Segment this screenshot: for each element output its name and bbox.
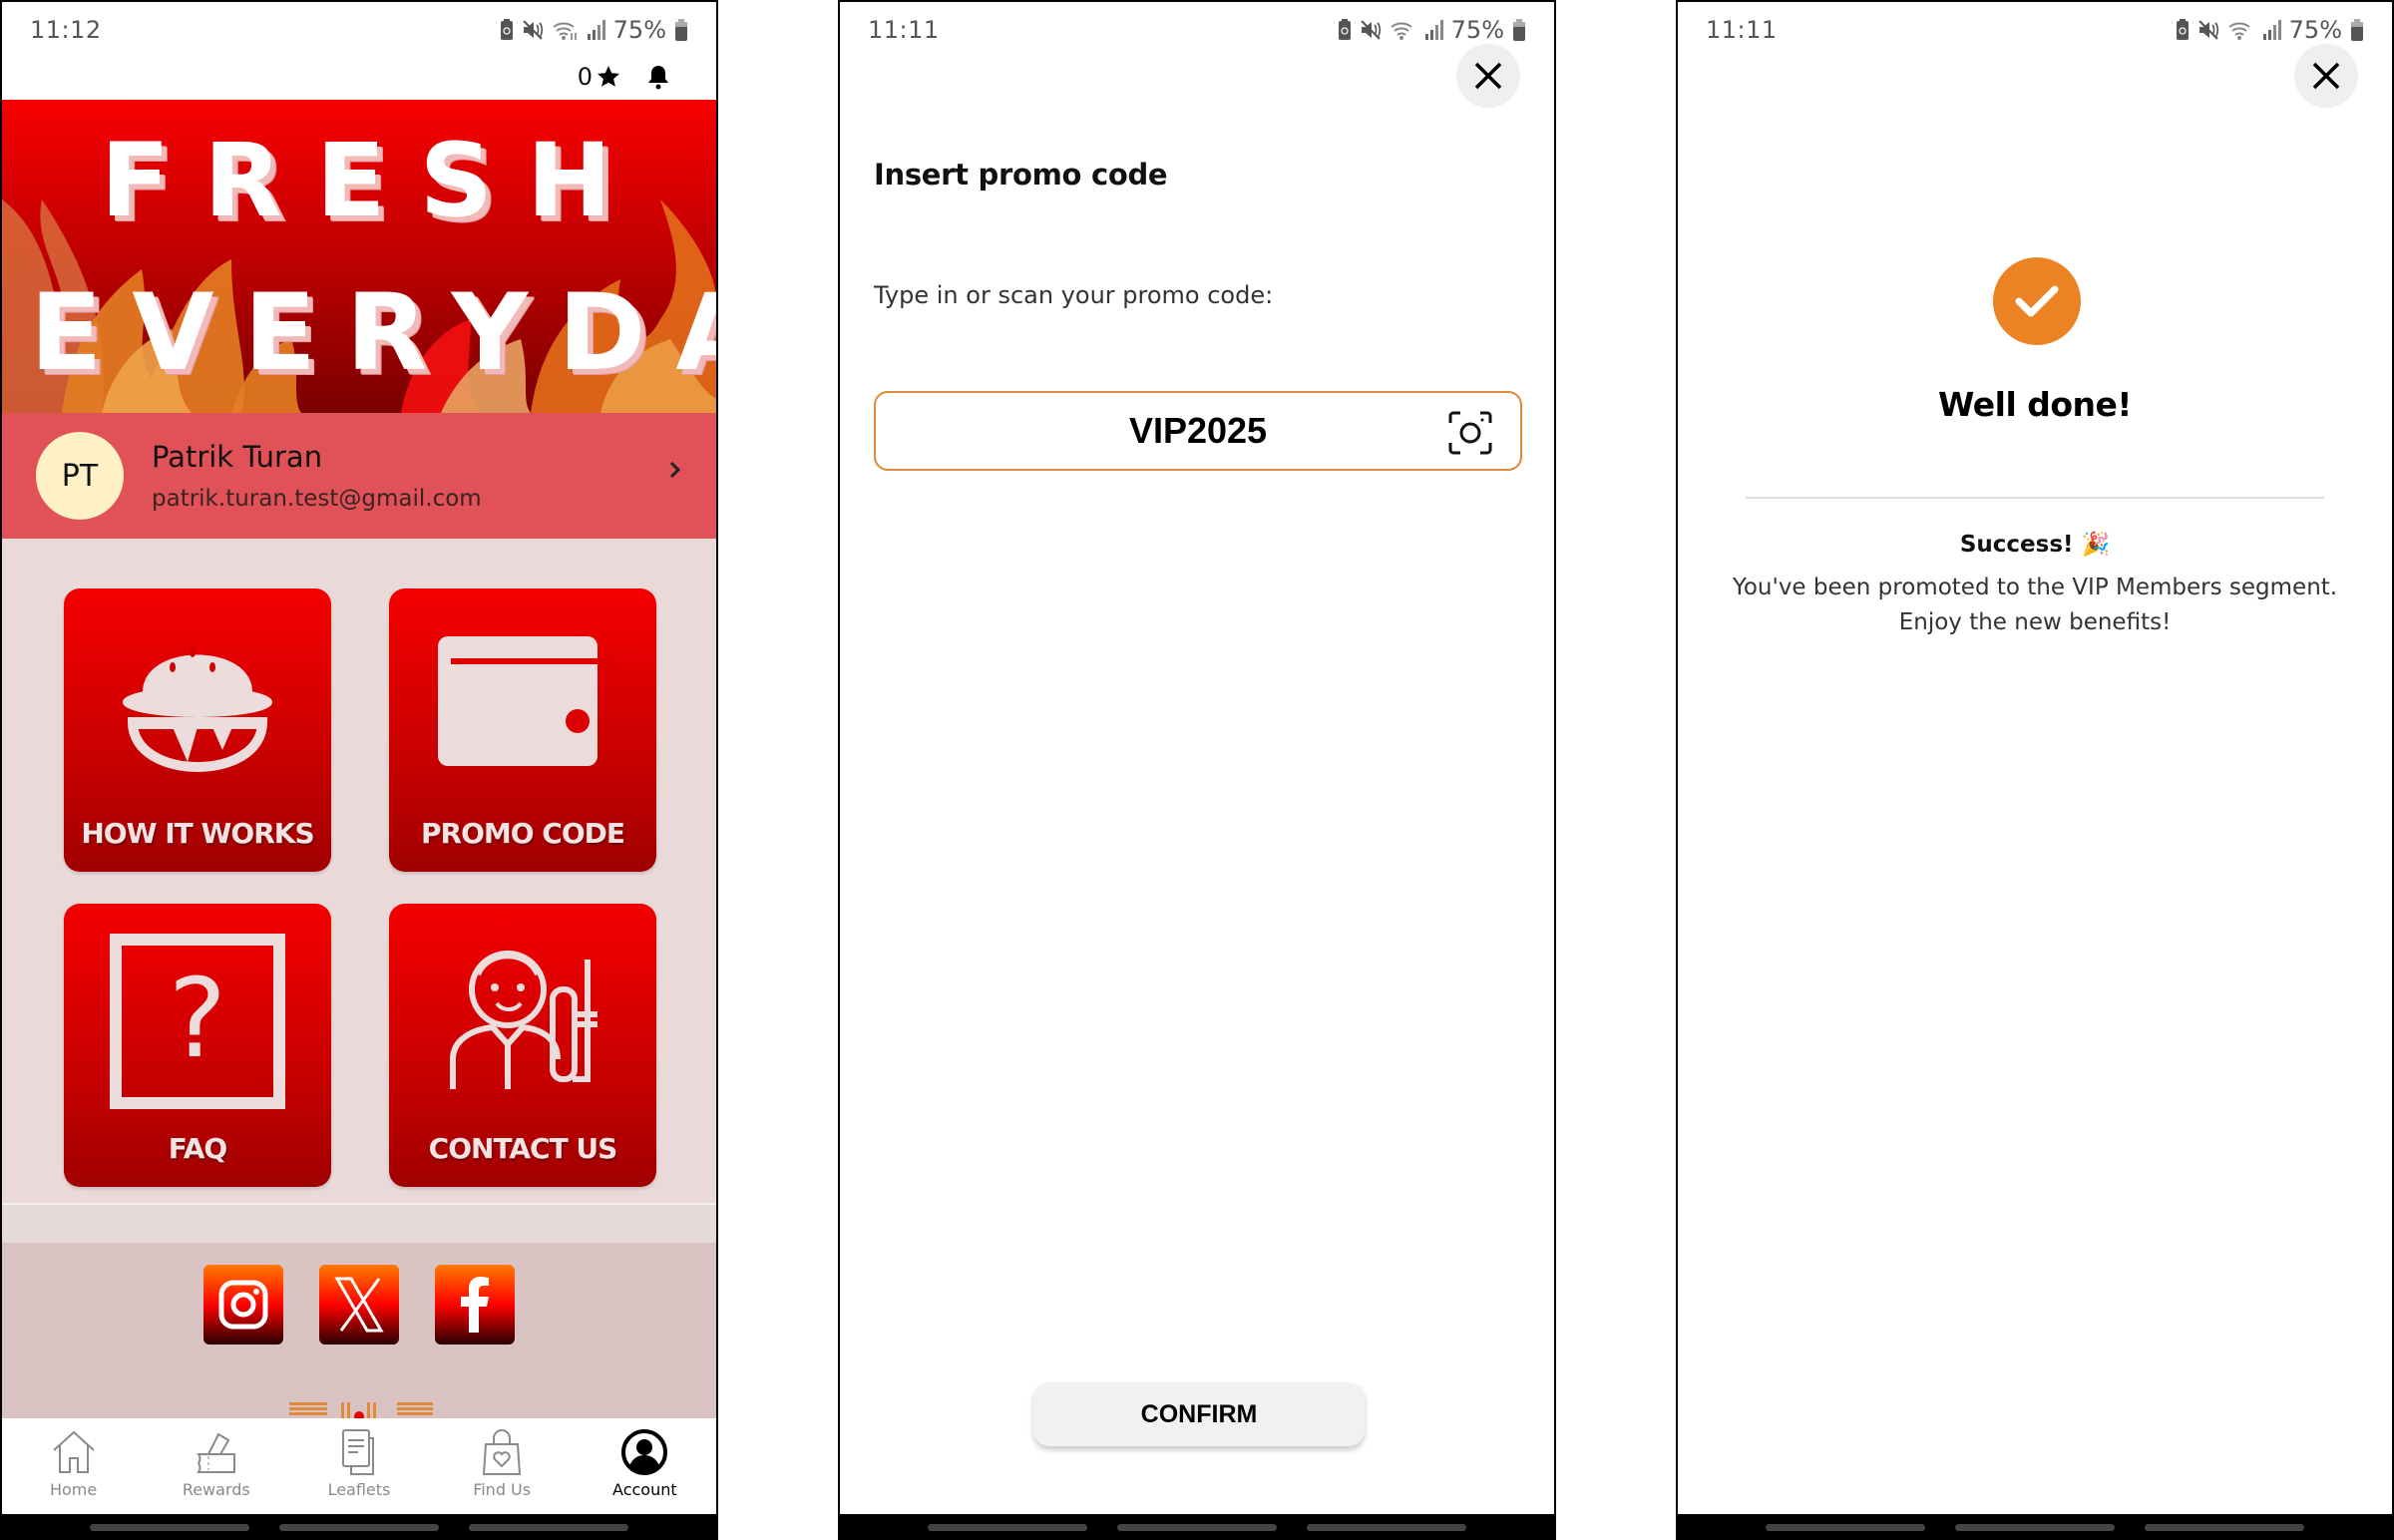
close-button[interactable] [2294,44,2358,108]
status-bar: 11:11 75% [840,2,1554,58]
menu-tiles: HOW IT WORKS PROMO CODE ? FAQ CONTACT US [2,539,716,1205]
tile-label: PROMO CODE [420,817,625,850]
star-icon [598,66,619,87]
profile-name: Patrik Turan [152,440,323,474]
x-logo-icon [334,1277,384,1333]
success-heading: Well done! [1938,385,2132,424]
tab-rewards[interactable]: Rewards [162,1428,271,1499]
promo-banner[interactable]: FRESH EVERYDAY [2,100,716,413]
mute-icon [1360,20,1381,40]
app-header: 0 [2,54,716,100]
signal-icon [587,20,605,40]
wifi-icon [553,22,577,40]
battery-saver-icon [1338,19,1351,40]
facebook-icon [461,1277,489,1333]
confirm-button[interactable]: CONFIRM [1033,1382,1365,1446]
banner-line-2: EVERYDAY [30,271,716,394]
facebook-button[interactable] [435,1265,515,1345]
battery-icon [1513,19,1525,41]
battery-icon [2351,19,2363,41]
x-button[interactable] [319,1265,399,1345]
promo-code-screen: 11:11 75% Insert promo code Type in or s… [838,0,1556,1540]
close-button[interactable] [1456,44,1520,108]
status-bar: 11:12 75% [2,2,716,58]
status-time: 11:12 [30,16,102,44]
success-message: You've been promoted to the VIP Members … [1732,575,2338,635]
system-nav-bar [2,1514,716,1540]
signal-icon [1424,20,1443,40]
scan-icon[interactable] [1448,411,1492,455]
bottom-tab-bar: Home Rewards Leaflets Find Us Account [2,1418,716,1516]
promo-code-input[interactable] [876,410,1520,452]
tile-label: FAQ [168,1132,227,1165]
battery-saver-icon [500,19,513,40]
mute-icon [2197,20,2218,40]
ticket-icon [196,1432,235,1473]
points-counter[interactable]: 0 [578,63,620,91]
brand-logo-fragment [289,1402,433,1418]
signal-icon [2262,20,2281,40]
svg-text:?: ? [169,955,226,1082]
success-badge [1993,257,2081,345]
profile-row[interactable]: PT Patrik Turan patrik.turan.test@gmail.… [2,413,716,539]
avatar: PT [36,432,124,520]
instagram-button[interactable] [203,1265,283,1345]
mute-icon [522,20,543,40]
battery-percent: 75% [612,16,666,44]
account-screen: 11:12 75% 0 FRESH EVERYDAY [0,0,718,1540]
page-title: Insert promo code [874,158,1168,192]
burger-icon [123,647,272,772]
status-time: 11:11 [868,16,940,44]
banner-line-1: FRESH [100,122,646,240]
promo-code-tile[interactable]: PROMO CODE [389,588,656,872]
points-value: 0 [577,63,593,91]
tab-find-us[interactable]: Find Us [447,1428,557,1499]
battery-saver-icon [2176,19,2189,40]
question-icon: ? [110,934,285,1109]
wifi-icon [1391,22,1412,40]
tile-label: CONTACT US [428,1132,618,1165]
promo-code-field[interactable] [874,391,1522,471]
instruction-text: Type in or scan your promo code: [874,281,1274,309]
wallet-icon [438,636,610,766]
divider [1746,497,2324,499]
close-icon [1474,62,1502,90]
wifi-icon [2228,22,2250,40]
shopping-bag-icon [483,1429,522,1475]
system-nav-bar [1678,1514,2392,1540]
battery-percent: 75% [2288,16,2342,44]
account-icon [621,1429,668,1475]
tab-home[interactable]: Home [19,1428,129,1499]
system-nav-bar [840,1514,1554,1540]
tab-leaflets[interactable]: Leaflets [304,1428,414,1499]
checkmark-icon [2015,285,2059,317]
battery-percent: 75% [1450,16,1504,44]
faq-tile[interactable]: ? FAQ [64,904,331,1187]
battery-icon [675,19,687,41]
tab-account[interactable]: Account [590,1428,699,1499]
profile-email: patrik.turan.test@gmail.com [152,486,482,512]
success-screen: 11:11 75% Well done! Success! 🎉 You've b… [1676,0,2394,1540]
instagram-icon [218,1280,268,1330]
document-icon [341,1429,374,1475]
chevron-right-icon [669,461,681,479]
social-links [2,1265,716,1345]
bell-icon[interactable] [646,64,670,90]
contact-us-tile[interactable]: CONTACT US [389,904,656,1187]
success-title: Success! 🎉 [1959,532,2111,558]
support-agent-icon [450,951,598,1089]
tile-label: HOW IT WORKS [81,817,314,850]
close-icon [2312,62,2340,90]
home-icon [52,1430,95,1473]
status-time: 11:11 [1706,16,1778,44]
status-bar: 11:11 75% [1678,2,2392,58]
how-it-works-tile[interactable]: HOW IT WORKS [64,588,331,872]
